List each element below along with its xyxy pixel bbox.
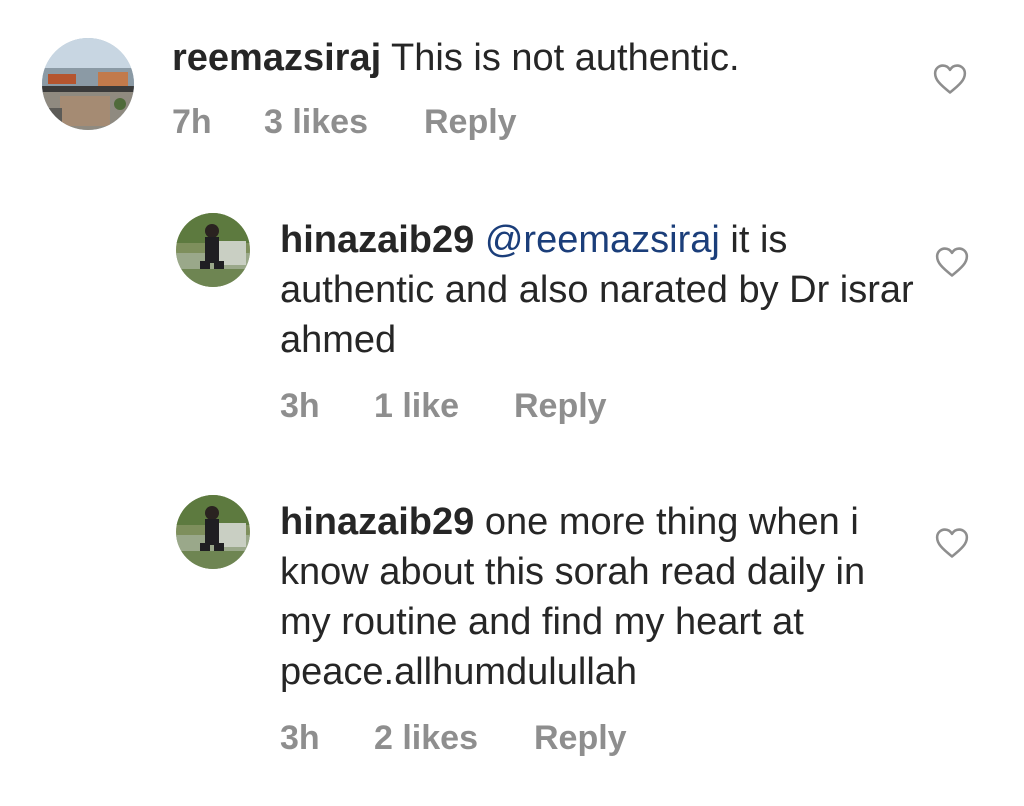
comment-meta: 7h 3 likes Reply xyxy=(172,103,892,142)
heart-outline-icon[interactable] xyxy=(933,63,967,95)
username[interactable]: hinazaib29 xyxy=(280,219,474,261)
comment-body: This is not authentic. xyxy=(391,37,740,79)
heart-outline-icon[interactable] xyxy=(935,246,969,278)
username[interactable]: hinazaib29 xyxy=(280,501,474,543)
username[interactable]: reemazsiraj xyxy=(172,37,381,79)
heart-outline-icon[interactable] xyxy=(935,527,969,559)
comment-meta: 3h 2 likes Reply xyxy=(280,719,920,758)
avatar[interactable] xyxy=(42,38,134,130)
timestamp: 3h xyxy=(280,719,320,757)
mention-link[interactable]: @reemazsiraj xyxy=(485,219,720,261)
comment-text: hinazaib29 @reemazsiraj it is authentic … xyxy=(280,215,920,365)
likes-count[interactable]: 1 like xyxy=(374,387,514,426)
reply-button[interactable]: Reply xyxy=(534,719,627,758)
reply-button[interactable]: Reply xyxy=(424,103,517,142)
comment-meta: 3h 1 like Reply xyxy=(280,387,920,426)
likes-count[interactable]: 2 likes xyxy=(374,719,534,758)
comment-text: hinazaib29 one more thing when i know ab… xyxy=(280,497,920,697)
avatar[interactable] xyxy=(176,213,250,287)
likes-count[interactable]: 3 likes xyxy=(264,103,424,142)
timestamp: 7h xyxy=(172,103,212,141)
timestamp: 3h xyxy=(280,387,320,425)
reply-button[interactable]: Reply xyxy=(514,387,607,426)
avatar[interactable] xyxy=(176,495,250,569)
comment-text: reemazsiraj This is not authentic. xyxy=(172,33,892,83)
